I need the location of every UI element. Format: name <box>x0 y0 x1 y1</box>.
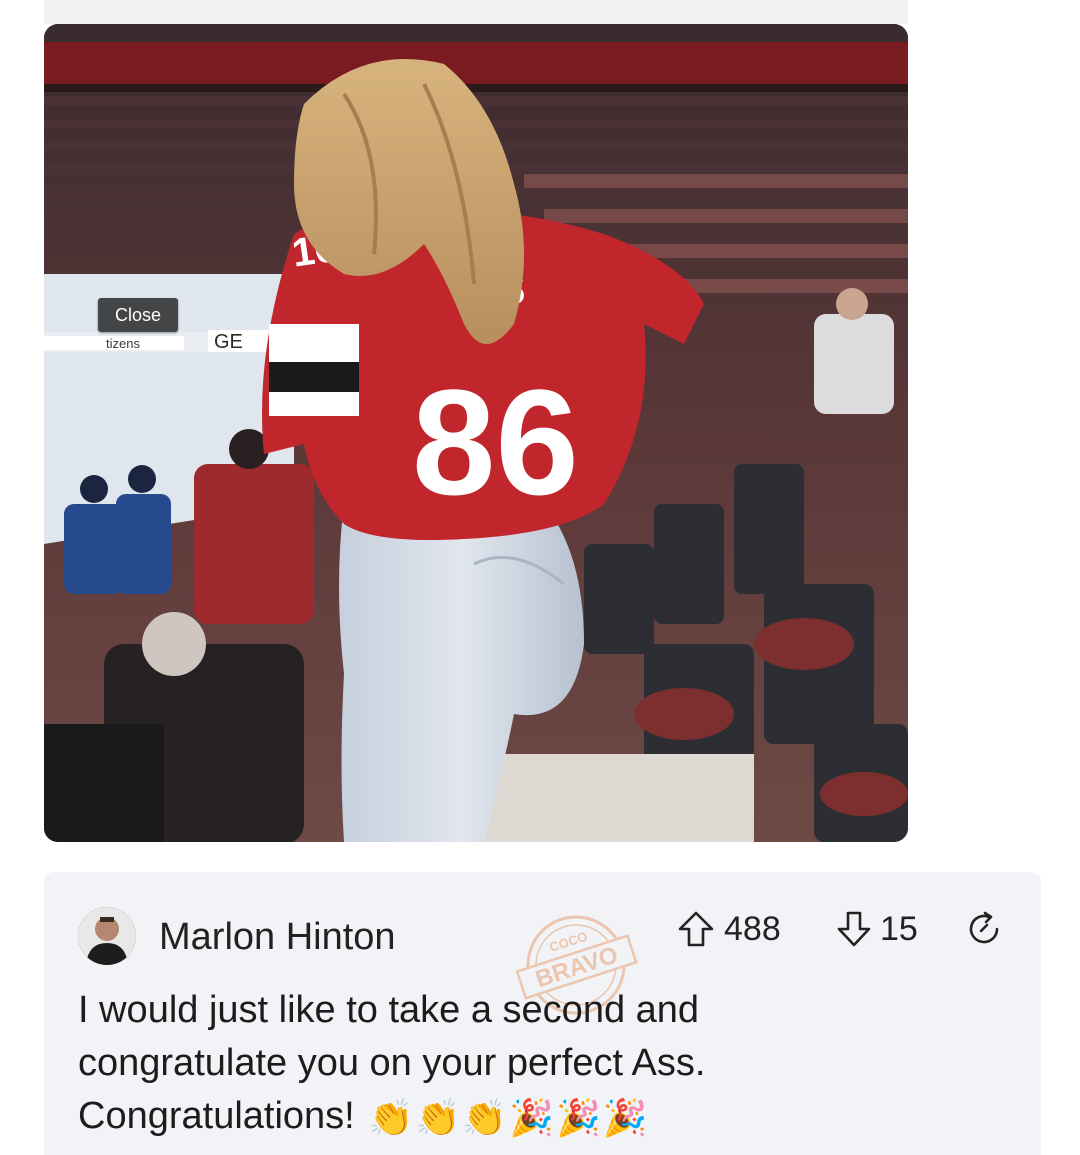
author-avatar[interactable] <box>78 907 136 965</box>
comment-line-3-wrapper: Congratulations! 👏👏👏🎉🎉🎉 <box>78 1090 838 1144</box>
share-button[interactable] <box>963 907 1007 951</box>
avatar-image <box>78 907 136 965</box>
previous-post-edge <box>44 0 908 24</box>
author-name[interactable]: Marlon Hinton <box>159 914 396 960</box>
upvote-button[interactable]: 488 <box>674 906 781 952</box>
post-page: tizens GE 86 16 Close Marlon Hinton COCO… <box>0 0 1080 1155</box>
comment-emojis: 👏👏👏🎉🎉🎉 <box>368 1097 650 1139</box>
comment-line-2: congratulate you on your perfect Ass. <box>78 1042 706 1084</box>
arrow-down-icon <box>837 911 871 947</box>
arena-board-text-2: GE <box>214 331 243 353</box>
post-photo[interactable]: tizens GE 86 16 <box>44 24 908 842</box>
arena-board-text: tizens <box>106 336 140 351</box>
share-icon <box>969 911 999 944</box>
arena-photo-illustration: tizens GE 86 16 <box>44 24 908 842</box>
comment-line-3: Congratulations! <box>78 1095 355 1137</box>
arrow-up-icon <box>678 911 714 947</box>
downvote-button[interactable]: 15 <box>834 906 918 952</box>
downvote-count: 15 <box>880 909 918 948</box>
upvote-count: 488 <box>724 909 781 948</box>
comment-line-1: I would just like to take a second and <box>78 989 700 1031</box>
comment-body: I would just like to take a second and c… <box>78 984 838 1144</box>
close-button[interactable]: Close <box>98 298 178 332</box>
jersey-number: 86 <box>412 358 579 526</box>
